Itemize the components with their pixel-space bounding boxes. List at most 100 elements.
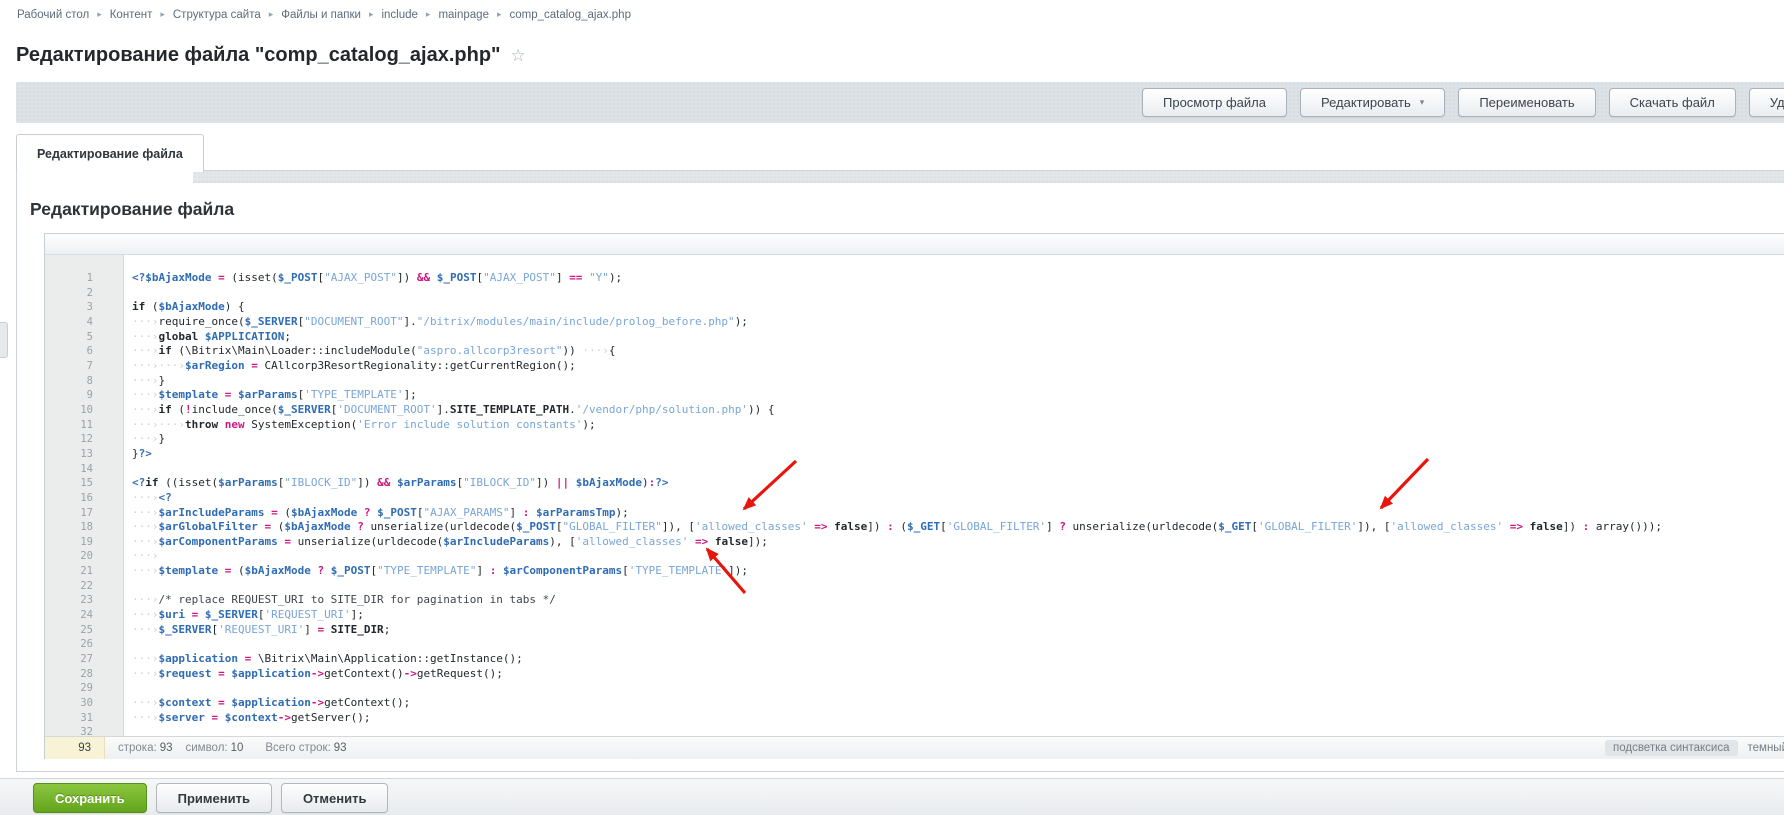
apply-button[interactable]: Применить <box>155 783 272 813</box>
line-number: 22 <box>80 579 93 592</box>
code-line: <?$bAjaxMode = (isset($_POST["AJAX_POST"… <box>132 271 623 284</box>
breadcrumb-arrow-icon: ▸ <box>268 9 274 19</box>
line-number: 5 <box>86 330 93 343</box>
breadcrumb-item[interactable]: Контент <box>110 9 153 21</box>
line-number: 27 <box>80 653 93 666</box>
breadcrumb-item[interactable]: Структура сайта <box>173 9 261 21</box>
breadcrumb-item[interactable]: mainpage <box>438 9 489 21</box>
breadcrumb: Рабочий стол ▸ Контент ▸ Структура сайта ▸ Фай… <box>17 9 631 21</box>
line-number: 29 <box>80 682 93 695</box>
breadcrumb-arrow-icon: ▸ <box>160 9 165 19</box>
toolbar-button-download-file[interactable]: Скачать файл <box>1608 88 1736 117</box>
line-number: 15 <box>80 477 93 490</box>
line-number: 2 <box>86 286 93 299</box>
toolbar-button-view-file[interactable]: Просмотр файла <box>1142 88 1287 117</box>
button-label: Редактировать <box>1320 95 1411 110</box>
line-number: 1 <box>86 272 93 284</box>
footer-buttons: Сохранить Применить Отменить <box>33 783 389 813</box>
button-label: Переименовать <box>1479 95 1575 110</box>
breadcrumb-item[interactable]: Файлы и папки <box>281 9 361 21</box>
toolbar-button-rename[interactable]: Переименовать <box>1458 88 1596 117</box>
tab-edit-file[interactable]: Редактирование файла <box>16 134 204 172</box>
dark-theme-toggle[interactable]: темный фон <box>1748 742 1784 754</box>
code-line: <?if ((isset($arParams["IBLOCK_ID"]) && … <box>132 476 669 490</box>
code-line: ···›/* replace REQUEST_URI to SITE_DIR f… <box>132 593 556 607</box>
button-label: Просмотр файла <box>1163 95 1266 110</box>
save-button[interactable]: Сохранить <box>33 783 147 813</box>
editor-status-bar: 93 строка: 93 символ: 10 Всего строк: 93 по… <box>45 736 1784 759</box>
breadcrumb-arrow-icon: ▸ <box>368 9 374 19</box>
editor-body: 1 2 3 4 5 6 7 8 9 10 11 12 13 14 15 16 17 18 19 20 21 22 23 24 2… <box>45 255 1784 736</box>
line-number: 28 <box>80 667 93 680</box>
status-total-lines: Всего строк: 93 <box>265 742 347 754</box>
line-number: 8 <box>86 374 93 387</box>
code-line: ···›$arComponentParams = unserialize(url… <box>132 534 768 548</box>
status-column: символ: 10 <box>185 742 244 754</box>
breadcrumb-item[interactable]: comp_catalog_ajax.php <box>510 9 631 21</box>
syntax-highlight-toggle[interactable]: подсветка синтаксиса <box>1605 740 1738 756</box>
line-number: 21 <box>80 565 93 578</box>
line-number: 26 <box>80 638 93 651</box>
code-line: ···›$application = \Bitrix\Main\Applicat… <box>132 652 523 666</box>
code-line: ···›$_SERVER['REQUEST_URI'] = SITE_DIR; <box>132 622 391 636</box>
line-number: 24 <box>80 609 93 622</box>
footer-bar: Сохранить Применить Отменить <box>0 778 1784 815</box>
code-line: }?> <box>132 446 152 460</box>
code-line: ···›require_once($_SERVER["DOCUMENT_ROOT… <box>132 314 748 328</box>
page-title: Редактирование файла "comp_catalog_ajax.… <box>16 44 526 67</box>
breadcrumb-item[interactable]: Рабочий стол <box>17 9 89 21</box>
code-line: ···›$server = $context->getServer(); <box>132 710 371 724</box>
code-line: ···›if (!include_once($_SERVER['DOCUMENT… <box>132 402 775 416</box>
code-line: ···›$template = $arParams['TYPE_TEMPLATE… <box>132 388 417 402</box>
line-number: 20 <box>80 550 93 563</box>
status-toggles: подсветка синтаксиса темный фон <box>1605 737 1784 759</box>
breadcrumb-arrow-icon: ▸ <box>496 9 502 19</box>
code-line: ···› <box>132 549 159 563</box>
button-label: Скачать файл <box>1629 95 1715 110</box>
toolbar-button-delete[interactable]: Удалить <box>1748 88 1784 117</box>
toolbar-button-edit[interactable]: Редактировать ▾ <box>1299 88 1446 117</box>
breadcrumb-item[interactable]: include <box>381 9 417 21</box>
status-line: строка: 93 <box>118 742 173 754</box>
section-heading: Редактирование файла <box>30 198 235 219</box>
favorite-star-icon[interactable]: ☆ <box>511 46 526 65</box>
sidebar-collapse-handle[interactable] <box>0 322 8 358</box>
code-line: ···›$arIncludeParams = ($bAjaxMode ? $_P… <box>132 505 629 519</box>
panel-top-strip <box>193 171 1784 183</box>
toolbar-buttons: Просмотр файла Редактировать ▾ Переименоват… <box>1142 88 1784 117</box>
code-line: ···›} <box>132 432 166 446</box>
line-number: 14 <box>80 462 93 475</box>
editor-code[interactable]: <?$bAjaxMode = (isset($_POST["AJAX_POST"… <box>124 255 1784 736</box>
code-line: ···›···›$arRegion = CAllcorp3ResortRegio… <box>132 358 576 372</box>
button-label: Удалить <box>1769 95 1784 110</box>
line-number: 9 <box>86 389 93 402</box>
code-line: ···›$uri = $_SERVER['REQUEST_URI']; <box>132 608 364 622</box>
line-number: 30 <box>80 697 93 710</box>
code-line: ···›$context = $application->getContext(… <box>132 696 411 710</box>
editor-top-bar <box>45 234 1784 255</box>
line-number: 32 <box>80 726 93 736</box>
line-number: 6 <box>86 345 93 358</box>
code-line: ···›$template = ($bAjaxMode ? $_POST["TY… <box>132 564 748 578</box>
line-number: 13 <box>80 447 93 460</box>
line-number: 18 <box>80 521 93 534</box>
code-line: ···›···›throw new SystemException('Error… <box>132 417 596 431</box>
toolbar: Просмотр файла Редактировать ▾ Переименоват… <box>16 82 1784 123</box>
line-number: 4 <box>86 315 93 328</box>
line-number: 16 <box>80 491 93 504</box>
cancel-button[interactable]: Отменить <box>280 783 389 813</box>
code-line: ···›$request = $application->getContext(… <box>132 666 503 680</box>
breadcrumb-arrow-icon: ▸ <box>97 9 102 19</box>
editor-gutter: 1 2 3 4 5 6 7 8 9 10 11 12 13 14 15 16 17 18 19 20 21 22 23 24 2… <box>45 255 124 736</box>
line-number: 11 <box>80 418 93 431</box>
line-number: 3 <box>86 301 93 314</box>
code-editor: 1 2 3 4 5 6 7 8 9 10 11 12 13 14 15 16 17 18 19 20 21 22 23 24 2… <box>44 233 1784 759</box>
line-number: 31 <box>80 711 93 724</box>
line-number: 19 <box>80 535 93 548</box>
dropdown-caret-icon: ▾ <box>1419 97 1425 107</box>
